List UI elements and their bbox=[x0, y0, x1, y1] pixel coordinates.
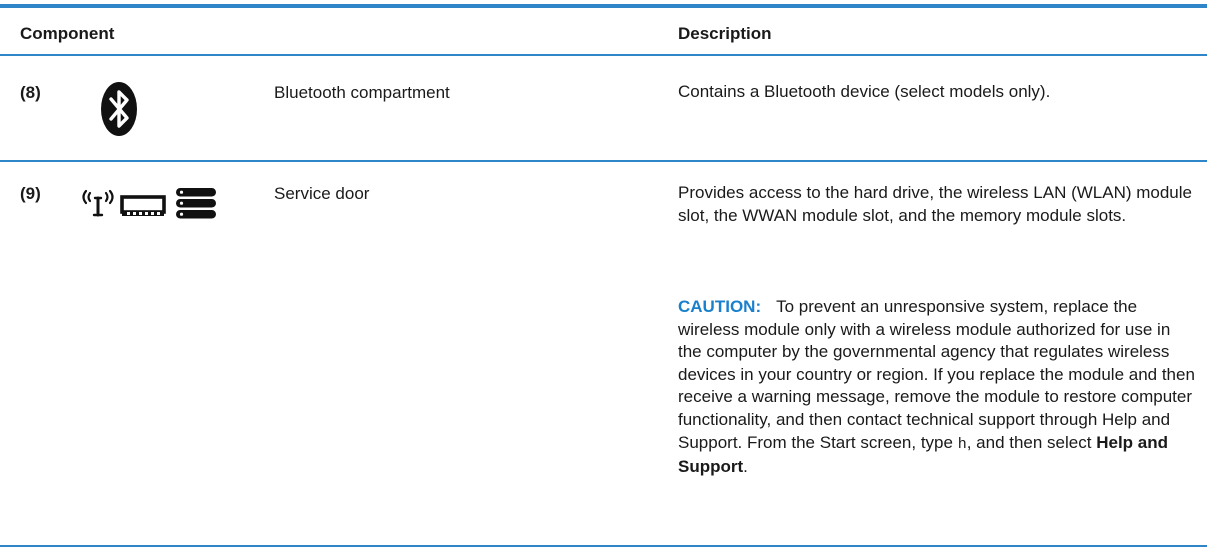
memory-module-icon bbox=[120, 195, 166, 216]
column-header-component: Component bbox=[20, 24, 115, 43]
caution-label: CAUTION: bbox=[678, 297, 762, 316]
table-bottom-rule bbox=[0, 545, 1207, 547]
typed-key: h bbox=[957, 435, 967, 453]
column-header-description: Description bbox=[678, 24, 772, 43]
hard-drive-icon bbox=[176, 188, 216, 219]
table-top-rule bbox=[0, 4, 1207, 8]
component-name: Bluetooth compartment bbox=[274, 83, 450, 102]
component-name: Service door bbox=[274, 184, 370, 203]
service-door-icons bbox=[82, 188, 216, 219]
caution-after-typed: , and then select bbox=[966, 432, 1092, 452]
caution-note: CAUTION: To prevent an unresponsive syste… bbox=[678, 296, 1198, 479]
component-table: Component Description (8) Bluetooth comp… bbox=[0, 0, 1207, 552]
row-divider bbox=[0, 160, 1207, 162]
component-description: Provides access to the hard drive, the w… bbox=[678, 183, 1192, 225]
caution-text: To prevent an unresponsive system, repla… bbox=[678, 297, 1195, 452]
caution-end: . bbox=[743, 457, 748, 477]
component-number: (8) bbox=[20, 83, 41, 102]
component-number: (9) bbox=[20, 184, 41, 203]
header-divider bbox=[0, 54, 1207, 56]
wireless-icon bbox=[82, 189, 114, 217]
component-description: Contains a Bluetooth device (select mode… bbox=[678, 82, 1051, 101]
bluetooth-icon bbox=[101, 82, 137, 136]
